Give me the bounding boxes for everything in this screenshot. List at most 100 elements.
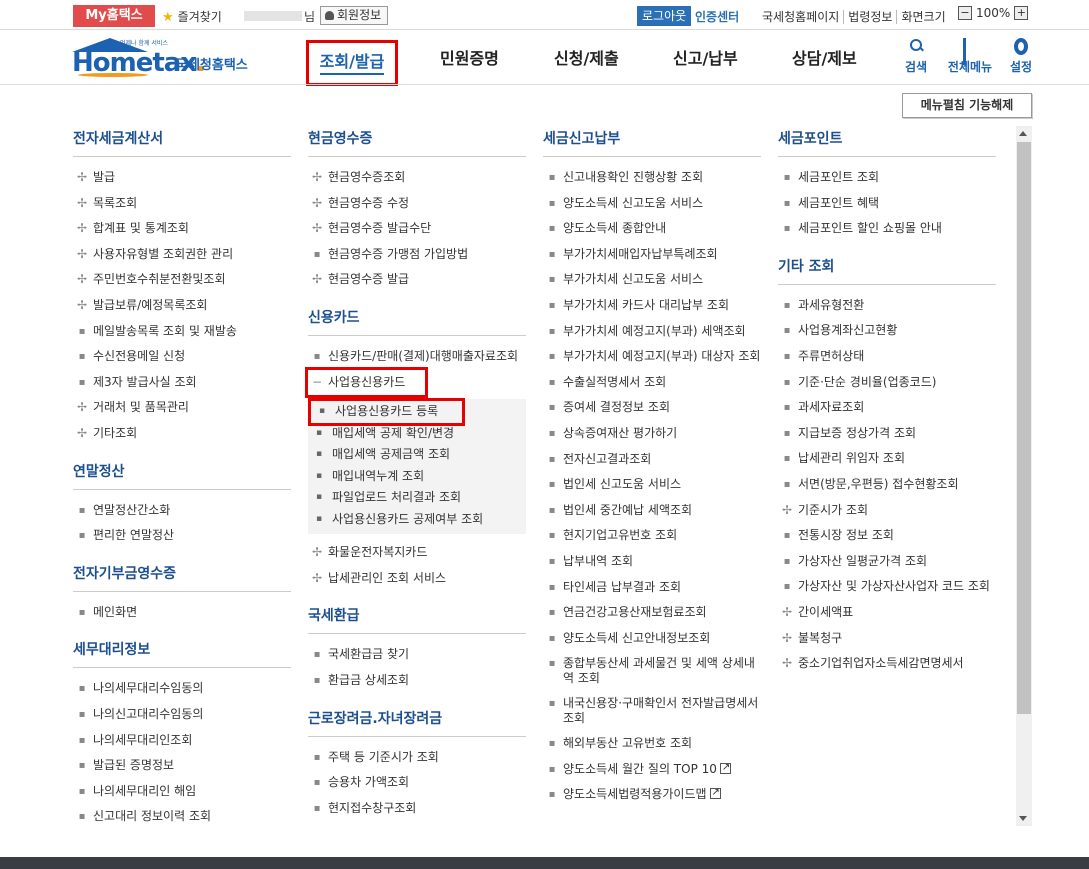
menu-item[interactable]: ▪ 양도소득세 신고도움 서비스 [543,191,761,217]
menu-item[interactable]: ▪ 가상자산 및 가상자산사업자 코드 조회 [778,574,996,600]
menu-item[interactable]: ✢ 불복청구 [778,626,996,652]
menu-item[interactable]: ▪ 메일발송목록 조회 및 재발송 [73,319,291,345]
menu-item[interactable]: ▪ 나의세무대리수임동의 [73,676,291,702]
menu-item[interactable]: ▪ 환급금 상세조회 [308,668,526,694]
menu-item[interactable]: ✢ 납세관리인 조회 서비스 [308,566,526,592]
menu-item[interactable]: ▪ 부가가치세 신고도움 서비스 [543,267,761,293]
menu-item[interactable]: ▪ 타인세금 납부결과 조회 [543,575,761,601]
law-info-link[interactable]: 법령정보 [843,10,897,24]
section-title-cash-receipt[interactable]: 현금영수증 [308,128,526,157]
menu-item[interactable]: ▪ 납세관리 위임자 조회 [778,446,996,472]
menu-item[interactable]: ▪ 사업용계좌신고현황 [778,318,996,344]
menu-item[interactable]: ✢ 합계표 및 통계조회 [73,216,291,242]
section-title-other-inquiry[interactable]: 기타 조회 [778,256,996,285]
section-title-e-tax-invoice[interactable]: 전자세금계산서 [73,128,291,157]
menu-item[interactable]: ▪ 연말정산간소화 [73,498,291,524]
menu-item[interactable]: ▪ 현지접수창구조회 [308,796,526,822]
menu-item[interactable]: ▪ 가상자산 일평균가격 조회 [778,549,996,575]
search-tool[interactable]: 검색 [901,38,931,75]
menu-item[interactable]: ▪ 내국신용장·구매확인서 전자발급명세서 조회 [543,691,761,731]
menu-item[interactable]: ▪ 법인세 신고도움 서비스 [543,472,761,498]
section-title-year-end-settlement[interactable]: 연말정산 [73,461,291,490]
menu-item[interactable]: ▪ 전자신고결과조회 [543,447,761,473]
member-info-button[interactable]: 회원정보 [320,6,389,25]
menu-item[interactable]: ▪ 신고내용확인 진행상황 조회 [543,165,761,191]
logout-button[interactable]: 로그아웃 [637,6,692,26]
menu-item[interactable]: ▪ 해외부동산 고유번호 조회 [543,731,761,757]
menu-item[interactable]: ✢ 발급 [73,165,291,191]
hometax-logo[interactable]: 언제나 함께 서비스 Hometax. 국세청홈택스 [72,38,257,78]
menu-item[interactable]: ▪ 부가가치세 카드사 대리납부 조회 [543,293,761,319]
section-title-credit-card[interactable]: 신용카드 [308,307,526,336]
submenu-item[interactable]: ▪ 매입내역누계 조회 [308,466,526,488]
menu-item[interactable]: ▪ 주류면허상태 [778,344,996,370]
menu-item[interactable]: ✢ 발급보류/예정목록조회 [73,293,291,319]
submenu-item[interactable]: ▪ 파일업로드 처리결과 조회 [308,487,526,509]
section-title-tax-refund[interactable]: 국세환급 [308,605,526,635]
menu-item[interactable]: ▪ 발급된 증명정보 [73,753,291,779]
menu-item[interactable]: ▪ 기준·단순 경비율(업종코드) [778,370,996,396]
menu-item[interactable]: ▪ 편리한 연말정산 [73,523,291,549]
zoom-out-button[interactable]: − [958,6,972,20]
menu-item[interactable]: ▪ 세금포인트 혜택 [778,191,996,217]
menu-item[interactable]: ▪ 부가가치세 예정고지(부과) 대상자 조회 [543,344,761,370]
my-hometax-button[interactable]: My홈택스 [73,5,155,27]
scroll-thumb[interactable] [1017,142,1031,714]
section-title-donation-receipt[interactable]: 전자기부금영수증 [73,563,291,592]
all-menu-tool[interactable]: 전체메뉴 [944,38,996,75]
scroll-down-arrow-icon[interactable] [1019,816,1027,821]
menu-item[interactable]: ▪ 세금포인트 조회 [778,165,996,191]
section-title-earned-income-credit[interactable]: 근로장려금.자녀장려금 [308,708,526,737]
menu-item[interactable]: ✢ 간이세액표 [778,600,996,626]
section-title-tax-report-payment[interactable]: 세금신고납부 [543,128,761,157]
menu-item[interactable]: ▪ 상속증여재산 평가하기 [543,421,761,447]
menu-item[interactable]: ▪ 부가가치세매입자납부특례조회 [543,242,761,268]
menu-item[interactable]: ▪ 양도소득세 월간 질의 TOP 10 [543,757,761,783]
menu-item[interactable]: ▪ 현지기업고유번호 조회 [543,523,761,549]
menu-item[interactable]: ▪ 부가가치세 예정고지(부과) 세액조회 [543,319,761,345]
menu-item[interactable]: ▪ 수신전용메일 신청 [73,344,291,370]
menu-item[interactable]: ✢ 화물운전자복지카드 [308,540,526,566]
menu-item[interactable]: ✢ 목록조회 [73,191,291,217]
submenu-item[interactable]: ▪ 사업용신용카드 공제여부 조회 [308,509,526,531]
menu-item[interactable]: ✢ 기준시가 조회 [778,498,996,524]
menu-item[interactable]: ▪ 양도소득세 종합안내 [543,216,761,242]
menu-item[interactable]: ✢ 현금영수증조회 [308,165,526,191]
menu-item[interactable]: ▪ 연금건강고용산재보험료조회 [543,600,761,626]
menu-item[interactable]: ▪ 납부내역 조회 [543,549,761,575]
menu-item[interactable]: ▪ 증여세 결정정보 조회 [543,395,761,421]
menu-item[interactable]: ▪ 현금영수증 가맹점 가입방법 [308,242,526,268]
section-title-tax-agent-info[interactable]: 세무대리정보 [73,639,291,669]
menu-item[interactable]: ▪ 나의세무대리인조회 [73,728,291,754]
menu-item[interactable]: ▪ 과세자료조회 [778,395,996,421]
submenu-item[interactable]: ▪ 매입세액 공제 확인/변경 [308,423,526,445]
menu-item[interactable]: ▪ 승용차 가액조회 [308,770,526,796]
menu-item[interactable]: ▪ 종합부동산세 과세물건 및 세액 상세내역 조회 [543,651,761,691]
business-card-menu-expanded[interactable]: − 사업용신용카드 [305,366,428,399]
menu-item[interactable]: ▪ 지급보증 정상가격 조회 [778,421,996,447]
menu-item[interactable]: ▪ 메인화면 [73,600,291,626]
menu-expand-toggle-button[interactable]: 메뉴펼침 기능해제 [902,93,1032,118]
menu-item[interactable]: ▪ 국세환급금 찾기 [308,642,526,668]
zoom-in-button[interactable]: + [1014,6,1029,20]
menu-item[interactable]: ▪ 전통시장 정보 조회 [778,523,996,549]
favorites-link[interactable]: ★ 즐겨찾기 [162,8,222,25]
menu-item[interactable]: ▪ 나의신고대리수임동의 [73,702,291,728]
menu-item[interactable]: ✢ 기타조회 [73,421,291,447]
menu-item[interactable]: ▪ 주택 등 기준시가 조회 [308,745,526,771]
sitemap-scrollbar[interactable] [1016,126,1032,826]
gnb-report-pay[interactable]: 신고/납부 [673,40,738,86]
menu-item[interactable]: ▪ 과세유형전환 [778,293,996,319]
menu-item[interactable]: ▪ 양도소득세 신고안내정보조회 [543,626,761,652]
gnb-consult-report[interactable]: 상담/제보 [792,40,857,86]
scroll-up-arrow-icon[interactable] [1019,131,1027,136]
menu-item[interactable]: ▪ 제3자 발급사실 조회 [73,370,291,396]
cert-center-link[interactable]: 인증센터 [695,8,739,25]
settings-tool[interactable]: 설정 [1007,38,1035,75]
menu-item[interactable]: ▪ 법인세 중간예납 세액조회 [543,498,761,524]
gnb-apply-submit[interactable]: 신청/제출 [554,40,619,86]
menu-item[interactable]: ▪ 양도소득세법령적용가이드맵 [543,782,761,808]
menu-item[interactable]: ▪ 신고대리 정보이력 조회 [73,804,291,830]
menu-item[interactable]: ✢ 사용자유형별 조회권한 관리 [73,242,291,268]
section-title-tax-points[interactable]: 세금포인트 [778,128,996,157]
